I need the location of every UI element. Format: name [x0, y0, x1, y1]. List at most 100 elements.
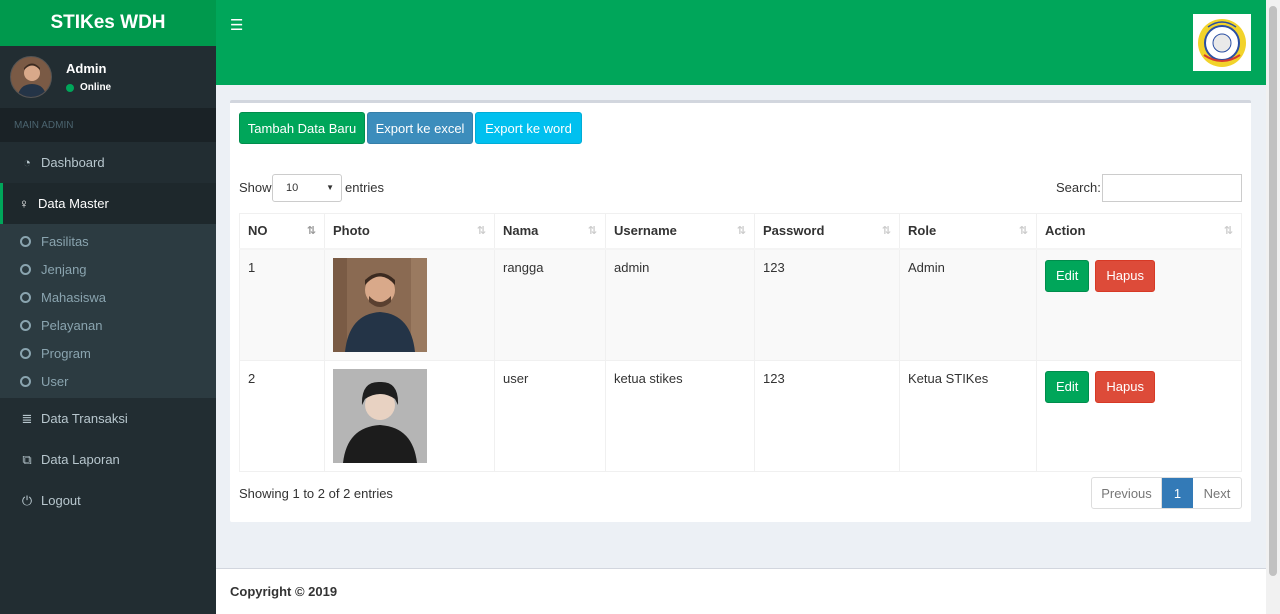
top-navbar: ☰ [216, 0, 1266, 85]
sidebar-item-label: Logout [41, 493, 81, 508]
online-dot-icon [66, 83, 74, 92]
column-header-nama[interactable]: Nama ⇅ [494, 213, 606, 250]
cell-role: Admin [899, 248, 1037, 361]
page-size-select[interactable]: 10 ▼ [272, 174, 342, 202]
column-label: Action [1045, 223, 1086, 239]
sort-icon: ⇅ [587, 225, 597, 237]
dashboard-icon: ◔ [23, 155, 31, 170]
edit-button[interactable]: Edit [1045, 259, 1090, 292]
search-label: Search: [1056, 180, 1101, 195]
user-name: Admin [66, 61, 107, 76]
sidebar-item-logout[interactable]: ⏻ Logout [0, 480, 216, 521]
sidebar-item-fasilitas[interactable]: Fasilitas [0, 227, 216, 255]
cell-action: Edit Hapus [1036, 359, 1242, 472]
scrollbar-thumb[interactable] [1269, 6, 1277, 576]
sidebar-item-label: Program [41, 345, 91, 361]
menu-toggle-icon[interactable]: ☰ [230, 16, 243, 34]
sidebar-item-label: Fasilitas [41, 233, 89, 249]
search-input[interactable] [1102, 174, 1242, 202]
table-header-row: NO ⇅ Photo ⇅ Nama ⇅ Username ⇅ Password ⇅ Rol… [239, 213, 1242, 250]
status-label: Online [80, 82, 112, 93]
next-page-button[interactable]: Next [1193, 478, 1241, 508]
cell-role: Ketua STIKes [899, 359, 1037, 472]
circle-icon [20, 347, 31, 359]
page-size-value: 10 [286, 182, 299, 194]
edit-button[interactable]: Edit [1045, 370, 1090, 403]
column-label: Nama [503, 223, 539, 239]
sidebar-item-program[interactable]: Program [0, 339, 216, 367]
sidebar: STIKes WDH Admin Online MAIN ADMIN ◔ Das… [0, 0, 216, 614]
copy-icon: ⧉ [22, 451, 32, 467]
user-icon: ♀ [19, 196, 29, 211]
column-label: Username [614, 223, 677, 239]
sidebar-item-mahasiswa[interactable]: Mahasiswa [0, 283, 216, 311]
sidebar-item-data-master[interactable]: ♀ Data Master [0, 183, 216, 224]
data-box: Tambah Data Baru Export ke excel Export … [230, 100, 1251, 522]
cell-photo [324, 359, 495, 472]
user-status: Online [66, 82, 111, 93]
user-panel: Admin Online [0, 46, 216, 108]
copyright-text: Copyright © 2019 [230, 584, 338, 599]
footer: Copyright © 2019 [216, 568, 1266, 614]
cell-password: 123 [754, 359, 900, 472]
export-excel-button[interactable]: Export ke excel [367, 112, 473, 144]
column-header-no[interactable]: NO ⇅ [239, 213, 325, 250]
sidebar-item-label: Mahasiswa [41, 289, 107, 305]
cell-nama: rangga [494, 248, 606, 361]
column-header-username[interactable]: Username ⇅ [605, 213, 755, 250]
sidebar-item-label: Data Laporan [41, 452, 120, 467]
sort-icon: ⇅ [881, 225, 891, 237]
sidebar-item-data-transaksi[interactable]: ≣ Data Transaksi [0, 398, 216, 439]
circle-icon [20, 291, 31, 303]
sidebar-item-dashboard[interactable]: ◔ Dashboard [0, 142, 216, 183]
institution-logo [1193, 14, 1251, 71]
export-word-button[interactable]: Export ke word [475, 112, 582, 144]
sidebar-item-pelayanan[interactable]: Pelayanan [0, 311, 216, 339]
cell-username: admin [605, 248, 755, 361]
circle-icon [20, 319, 31, 331]
column-label: NO [248, 223, 268, 239]
submenu-data-master: Fasilitas Jenjang Mahasiswa Pelayanan Pr… [0, 224, 216, 398]
sidebar-item-user[interactable]: User [0, 367, 216, 395]
sidebar-item-label: Data Transaksi [41, 411, 128, 426]
cell-no: 1 [239, 248, 325, 361]
cell-username: ketua stikes [605, 359, 755, 472]
app-logo[interactable]: STIKes WDH [0, 0, 216, 46]
vertical-scrollbar[interactable] [1266, 0, 1280, 614]
column-header-action[interactable]: Action ⇅ [1036, 213, 1242, 250]
sort-icon: ⇅ [476, 225, 486, 237]
sidebar-item-label: Dashboard [41, 155, 105, 170]
column-header-password[interactable]: Password ⇅ [754, 213, 900, 250]
sidebar-item-label: Data Master [38, 196, 109, 211]
table-info: Showing 1 to 2 of 2 entries [239, 486, 393, 501]
circle-icon [20, 263, 31, 275]
sort-icon: ⇅ [1223, 225, 1233, 237]
cell-photo [324, 248, 495, 361]
user-photo [333, 257, 427, 352]
previous-page-button[interactable]: Previous [1092, 478, 1162, 508]
sidebar-item-label: User [41, 373, 69, 389]
column-header-photo[interactable]: Photo ⇅ [324, 213, 495, 250]
data-table: NO ⇅ Photo ⇅ Nama ⇅ Username ⇅ Password ⇅ Rol… [239, 213, 1242, 472]
circle-icon [20, 235, 31, 247]
cell-no: 2 [239, 359, 325, 472]
add-data-button[interactable]: Tambah Data Baru [239, 112, 365, 144]
sidebar-item-data-laporan[interactable]: ⧉ Data Laporan [0, 439, 216, 480]
show-label: Show [239, 180, 272, 195]
user-photo [333, 368, 427, 463]
page-1-button[interactable]: 1 [1162, 478, 1193, 508]
column-label: Photo [333, 223, 370, 239]
sidebar-item-jenjang[interactable]: Jenjang [0, 255, 216, 283]
database-icon: ≣ [21, 410, 33, 426]
sidebar-item-label: Pelayanan [41, 317, 103, 333]
column-header-role[interactable]: Role ⇅ [899, 213, 1037, 250]
cell-action: Edit Hapus [1036, 248, 1242, 361]
delete-button[interactable]: Hapus [1095, 259, 1155, 292]
table-row: 2 user ketua stikes 123 Ketua STIKes Edi… [239, 359, 1242, 472]
column-label: Password [763, 223, 825, 239]
delete-button[interactable]: Hapus [1095, 370, 1155, 403]
pagination: Previous 1 Next [1091, 477, 1242, 509]
menu-header: MAIN ADMIN [0, 108, 216, 142]
circle-icon [20, 375, 31, 387]
cell-nama: user [494, 359, 606, 472]
